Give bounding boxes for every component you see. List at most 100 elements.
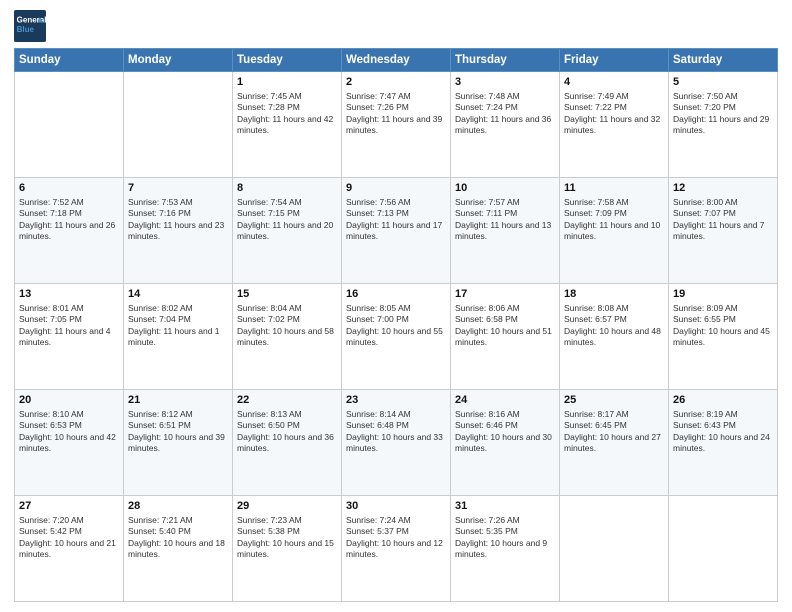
- week-row-1: 1Sunrise: 7:45 AM Sunset: 7:28 PM Daylig…: [15, 72, 778, 178]
- day-number: 11: [564, 181, 664, 196]
- day-info: Sunrise: 8:17 AM Sunset: 6:45 PM Dayligh…: [564, 409, 664, 455]
- calendar-cell: [560, 496, 669, 602]
- day-info: Sunrise: 8:00 AM Sunset: 7:07 PM Dayligh…: [673, 197, 773, 243]
- day-info: Sunrise: 8:13 AM Sunset: 6:50 PM Dayligh…: [237, 409, 337, 455]
- calendar-table: SundayMondayTuesdayWednesdayThursdayFrid…: [14, 48, 778, 602]
- day-info: Sunrise: 7:56 AM Sunset: 7:13 PM Dayligh…: [346, 197, 446, 243]
- day-number: 6: [19, 181, 119, 196]
- day-info: Sunrise: 8:08 AM Sunset: 6:57 PM Dayligh…: [564, 303, 664, 349]
- day-number: 1: [237, 75, 337, 90]
- day-number: 2: [346, 75, 446, 90]
- calendar-cell: 14Sunrise: 8:02 AM Sunset: 7:04 PM Dayli…: [124, 284, 233, 390]
- calendar-cell: [669, 496, 778, 602]
- logo: General Blue: [14, 10, 50, 42]
- calendar-cell: 1Sunrise: 7:45 AM Sunset: 7:28 PM Daylig…: [233, 72, 342, 178]
- weekday-header-monday: Monday: [124, 49, 233, 72]
- calendar-cell: 17Sunrise: 8:06 AM Sunset: 6:58 PM Dayli…: [451, 284, 560, 390]
- calendar-cell: 11Sunrise: 7:58 AM Sunset: 7:09 PM Dayli…: [560, 178, 669, 284]
- day-number: 27: [19, 499, 119, 514]
- day-info: Sunrise: 7:47 AM Sunset: 7:26 PM Dayligh…: [346, 91, 446, 137]
- calendar-cell: 19Sunrise: 8:09 AM Sunset: 6:55 PM Dayli…: [669, 284, 778, 390]
- day-number: 24: [455, 393, 555, 408]
- day-info: Sunrise: 7:50 AM Sunset: 7:20 PM Dayligh…: [673, 91, 773, 137]
- calendar-cell: 29Sunrise: 7:23 AM Sunset: 5:38 PM Dayli…: [233, 496, 342, 602]
- day-info: Sunrise: 7:20 AM Sunset: 5:42 PM Dayligh…: [19, 515, 119, 561]
- day-number: 7: [128, 181, 228, 196]
- day-info: Sunrise: 7:49 AM Sunset: 7:22 PM Dayligh…: [564, 91, 664, 137]
- day-number: 18: [564, 287, 664, 302]
- calendar-cell: 6Sunrise: 7:52 AM Sunset: 7:18 PM Daylig…: [15, 178, 124, 284]
- day-info: Sunrise: 7:23 AM Sunset: 5:38 PM Dayligh…: [237, 515, 337, 561]
- calendar-cell: 9Sunrise: 7:56 AM Sunset: 7:13 PM Daylig…: [342, 178, 451, 284]
- week-row-3: 13Sunrise: 8:01 AM Sunset: 7:05 PM Dayli…: [15, 284, 778, 390]
- header: General Blue: [14, 10, 778, 42]
- day-number: 8: [237, 181, 337, 196]
- day-number: 19: [673, 287, 773, 302]
- day-info: Sunrise: 7:48 AM Sunset: 7:24 PM Dayligh…: [455, 91, 555, 137]
- calendar-cell: 2Sunrise: 7:47 AM Sunset: 7:26 PM Daylig…: [342, 72, 451, 178]
- day-number: 30: [346, 499, 446, 514]
- calendar-cell: 20Sunrise: 8:10 AM Sunset: 6:53 PM Dayli…: [15, 390, 124, 496]
- day-number: 26: [673, 393, 773, 408]
- calendar-cell: 8Sunrise: 7:54 AM Sunset: 7:15 PM Daylig…: [233, 178, 342, 284]
- weekday-header-row: SundayMondayTuesdayWednesdayThursdayFrid…: [15, 49, 778, 72]
- day-info: Sunrise: 7:58 AM Sunset: 7:09 PM Dayligh…: [564, 197, 664, 243]
- calendar-cell: 21Sunrise: 8:12 AM Sunset: 6:51 PM Dayli…: [124, 390, 233, 496]
- day-number: 21: [128, 393, 228, 408]
- calendar-cell: 26Sunrise: 8:19 AM Sunset: 6:43 PM Dayli…: [669, 390, 778, 496]
- week-row-2: 6Sunrise: 7:52 AM Sunset: 7:18 PM Daylig…: [15, 178, 778, 284]
- page: General Blue SundayMondayTuesdayWednesda…: [0, 0, 792, 612]
- day-number: 16: [346, 287, 446, 302]
- day-info: Sunrise: 8:06 AM Sunset: 6:58 PM Dayligh…: [455, 303, 555, 349]
- calendar-cell: 10Sunrise: 7:57 AM Sunset: 7:11 PM Dayli…: [451, 178, 560, 284]
- day-number: 14: [128, 287, 228, 302]
- day-info: Sunrise: 8:14 AM Sunset: 6:48 PM Dayligh…: [346, 409, 446, 455]
- weekday-header-friday: Friday: [560, 49, 669, 72]
- day-info: Sunrise: 7:45 AM Sunset: 7:28 PM Dayligh…: [237, 91, 337, 137]
- calendar-cell: 13Sunrise: 8:01 AM Sunset: 7:05 PM Dayli…: [15, 284, 124, 390]
- svg-text:Blue: Blue: [17, 25, 35, 34]
- day-info: Sunrise: 7:57 AM Sunset: 7:11 PM Dayligh…: [455, 197, 555, 243]
- day-info: Sunrise: 7:53 AM Sunset: 7:16 PM Dayligh…: [128, 197, 228, 243]
- day-number: 17: [455, 287, 555, 302]
- weekday-header-thursday: Thursday: [451, 49, 560, 72]
- calendar-cell: 27Sunrise: 7:20 AM Sunset: 5:42 PM Dayli…: [15, 496, 124, 602]
- calendar-cell: 18Sunrise: 8:08 AM Sunset: 6:57 PM Dayli…: [560, 284, 669, 390]
- day-number: 3: [455, 75, 555, 90]
- day-info: Sunrise: 7:54 AM Sunset: 7:15 PM Dayligh…: [237, 197, 337, 243]
- weekday-header-saturday: Saturday: [669, 49, 778, 72]
- day-number: 20: [19, 393, 119, 408]
- calendar-cell: 24Sunrise: 8:16 AM Sunset: 6:46 PM Dayli…: [451, 390, 560, 496]
- day-number: 9: [346, 181, 446, 196]
- day-number: 25: [564, 393, 664, 408]
- calendar-cell: 12Sunrise: 8:00 AM Sunset: 7:07 PM Dayli…: [669, 178, 778, 284]
- day-number: 31: [455, 499, 555, 514]
- calendar-cell: 3Sunrise: 7:48 AM Sunset: 7:24 PM Daylig…: [451, 72, 560, 178]
- calendar-cell: 30Sunrise: 7:24 AM Sunset: 5:37 PM Dayli…: [342, 496, 451, 602]
- calendar-cell: 22Sunrise: 8:13 AM Sunset: 6:50 PM Dayli…: [233, 390, 342, 496]
- day-info: Sunrise: 8:12 AM Sunset: 6:51 PM Dayligh…: [128, 409, 228, 455]
- day-number: 4: [564, 75, 664, 90]
- logo-icon: General Blue: [14, 10, 46, 42]
- day-number: 28: [128, 499, 228, 514]
- week-row-4: 20Sunrise: 8:10 AM Sunset: 6:53 PM Dayli…: [15, 390, 778, 496]
- day-number: 5: [673, 75, 773, 90]
- day-info: Sunrise: 8:04 AM Sunset: 7:02 PM Dayligh…: [237, 303, 337, 349]
- day-info: Sunrise: 7:24 AM Sunset: 5:37 PM Dayligh…: [346, 515, 446, 561]
- day-info: Sunrise: 8:10 AM Sunset: 6:53 PM Dayligh…: [19, 409, 119, 455]
- day-number: 13: [19, 287, 119, 302]
- day-number: 10: [455, 181, 555, 196]
- calendar-cell: 4Sunrise: 7:49 AM Sunset: 7:22 PM Daylig…: [560, 72, 669, 178]
- day-info: Sunrise: 8:16 AM Sunset: 6:46 PM Dayligh…: [455, 409, 555, 455]
- week-row-5: 27Sunrise: 7:20 AM Sunset: 5:42 PM Dayli…: [15, 496, 778, 602]
- day-info: Sunrise: 7:21 AM Sunset: 5:40 PM Dayligh…: [128, 515, 228, 561]
- weekday-header-wednesday: Wednesday: [342, 49, 451, 72]
- calendar-cell: 25Sunrise: 8:17 AM Sunset: 6:45 PM Dayli…: [560, 390, 669, 496]
- calendar-cell: 16Sunrise: 8:05 AM Sunset: 7:00 PM Dayli…: [342, 284, 451, 390]
- day-info: Sunrise: 8:09 AM Sunset: 6:55 PM Dayligh…: [673, 303, 773, 349]
- day-number: 12: [673, 181, 773, 196]
- calendar-cell: 31Sunrise: 7:26 AM Sunset: 5:35 PM Dayli…: [451, 496, 560, 602]
- calendar-cell: 28Sunrise: 7:21 AM Sunset: 5:40 PM Dayli…: [124, 496, 233, 602]
- day-info: Sunrise: 7:52 AM Sunset: 7:18 PM Dayligh…: [19, 197, 119, 243]
- day-info: Sunrise: 7:26 AM Sunset: 5:35 PM Dayligh…: [455, 515, 555, 561]
